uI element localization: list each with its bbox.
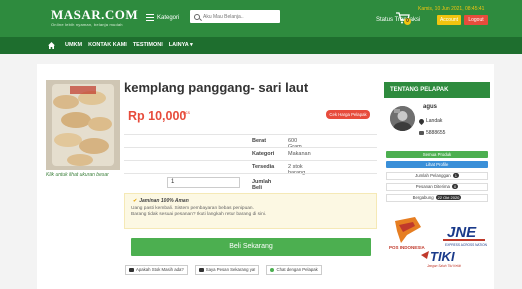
spec-key: Berat: [252, 138, 267, 144]
divider: [124, 160, 377, 161]
chat-button-stok[interactable]: Apakah Stok Masih ada?: [125, 265, 188, 275]
cart-count-badge: 0: [404, 18, 411, 25]
stat-badge: 1: [452, 173, 459, 178]
stat-label: Bergabung: [412, 195, 434, 200]
stat-bergabung: Bergabung 22 Okt 2020: [386, 194, 488, 202]
stat-pelanggan: Jumlah Pelanggan 1: [386, 172, 488, 180]
courier-logos-image: POS INDONESIA JNE EXPRESS ACROSS NATION …: [389, 217, 488, 268]
product-title: kemplang panggang- sari laut: [124, 80, 309, 95]
avatar-image: [390, 106, 415, 131]
seller-location: Landak: [417, 117, 443, 125]
spec-value: 600 Gram: [288, 138, 302, 150]
chat-icon: [129, 268, 134, 272]
account-button[interactable]: Account: [437, 15, 461, 25]
chat-button-label: Apakah Stok Masih ada?: [136, 267, 184, 272]
pos-indonesia-label: POS INDONESIA: [389, 245, 426, 250]
jne-label: JNE: [447, 224, 477, 241]
seller-name[interactable]: agus: [423, 104, 437, 110]
product-photo: [46, 80, 120, 170]
product-price: Rp 10,000: [128, 109, 187, 123]
nav-item-umkm[interactable]: UMKM: [65, 42, 82, 48]
stat-badge: 0: [451, 184, 459, 189]
image-caption: Klik untuk lihat ukuran besar: [46, 172, 109, 178]
logo-tagline: Online lebih nyaman, belanja mudah: [51, 22, 123, 27]
guarantee-line: Barang tidak sesuai pesanan? Ikuti langk…: [131, 212, 267, 217]
top-header: MASAR.COM Online lebih nyaman, belanja m…: [0, 0, 522, 37]
quantity-input[interactable]: 1: [167, 177, 240, 188]
divider: [124, 173, 377, 174]
guarantee-text: Uang pasti kembali. Sistem pembayaran be…: [131, 206, 266, 218]
location-pin-icon: [417, 117, 426, 125]
jne-subtitle: EXPRESS ACROSS NATION: [445, 243, 488, 247]
kategori-menu[interactable]: Kategori: [146, 14, 179, 21]
online-dot-icon: [270, 268, 275, 272]
guarantee-title: ✔ Jaminan 100% Aman: [133, 198, 189, 204]
logo-title: MASAR.COM: [51, 7, 139, 22]
qty-label: Jumlah Beli: [252, 179, 272, 191]
datetime-text: Kamis, 10 Jun 2021, 08:45:41: [418, 6, 485, 12]
logout-button[interactable]: Logout: [464, 15, 488, 25]
seller-phone-text: 5888655: [426, 130, 446, 136]
tiki-label: TIKI: [430, 249, 455, 264]
tiki-subtitle: Jangan Salah Tiki Ketiki: [427, 264, 461, 268]
nav-item-kontak[interactable]: KONTAK KAMI: [88, 42, 127, 48]
nav-item-lainya[interactable]: LAINYA ▾: [169, 42, 193, 48]
guarantee-title-text: Jaminan 100% Aman: [139, 198, 189, 204]
menu-icon: [146, 14, 154, 21]
nav-items: UMKM KONTAK KAMI TESTIMONI LAINYA ▾: [65, 42, 193, 48]
stat-badge: 22 Okt 2020: [435, 195, 462, 200]
seller-heading: TENTANG PELAPAK: [384, 82, 490, 98]
check-icon: ✔: [133, 198, 138, 204]
nav-item-testimoni[interactable]: TESTIMONI: [133, 42, 163, 48]
stat-label: Pesanan Diterima: [415, 184, 450, 189]
home-icon[interactable]: [48, 42, 55, 49]
main-nav: UMKM KONTAK KAMI TESTIMONI LAINYA ▾: [0, 37, 522, 54]
kategori-label: Kategori: [157, 14, 180, 21]
price-unit: pcs: [183, 110, 191, 115]
lihat-profile-button[interactable]: Lihat Profile: [386, 161, 488, 168]
chat-button-label: Chat dengan Pelapak: [276, 267, 318, 272]
search-box[interactable]: [190, 10, 280, 23]
semua-produk-button[interactable]: Semua Produk: [386, 151, 488, 158]
chat-buttons: Apakah Stok Masih ada? Saya Pesan Sekara…: [125, 265, 322, 275]
product-image[interactable]: [46, 80, 120, 170]
cek-harga-button[interactable]: Cek Harga Pelapak: [326, 110, 370, 119]
chat-icon: [198, 268, 204, 272]
spec-key: Tersedia: [252, 164, 275, 170]
seller-phone: 5888655: [419, 130, 445, 136]
seller-location-text: Landak: [426, 118, 443, 124]
chat-button-pelapak[interactable]: Chat dengan Pelapak: [266, 265, 322, 275]
site-logo[interactable]: MASAR.COM Online lebih nyaman, belanja m…: [51, 8, 138, 27]
spec-key: Kategori: [252, 151, 275, 157]
search-icon: [194, 13, 200, 20]
chat-button-pesan[interactable]: Saya Pesan Sekarang ya!: [194, 265, 260, 275]
divider: [124, 134, 377, 135]
divider: [124, 147, 377, 148]
courier-logos: POS INDONESIA JNE EXPRESS ACROSS NATION …: [385, 213, 489, 269]
search-input[interactable]: [203, 13, 278, 20]
stat-label: Jumlah Pelanggan: [415, 173, 451, 178]
seller-avatar[interactable]: [390, 106, 415, 131]
buy-now-button[interactable]: Beli Sekarang: [131, 238, 371, 256]
spec-value: Makanan: [288, 151, 311, 157]
cart-button[interactable]: 0: [396, 12, 411, 25]
guarantee-box: ✔ Jaminan 100% Aman Uang pasti kembali. S…: [124, 193, 377, 229]
spec-value: 2 stok barang: [288, 164, 305, 176]
phone-icon: [419, 131, 424, 135]
stat-pesanan: Pesanan Diterima 0: [386, 183, 488, 191]
chat-button-label: Saya Pesan Sekarang ya!: [205, 267, 256, 272]
